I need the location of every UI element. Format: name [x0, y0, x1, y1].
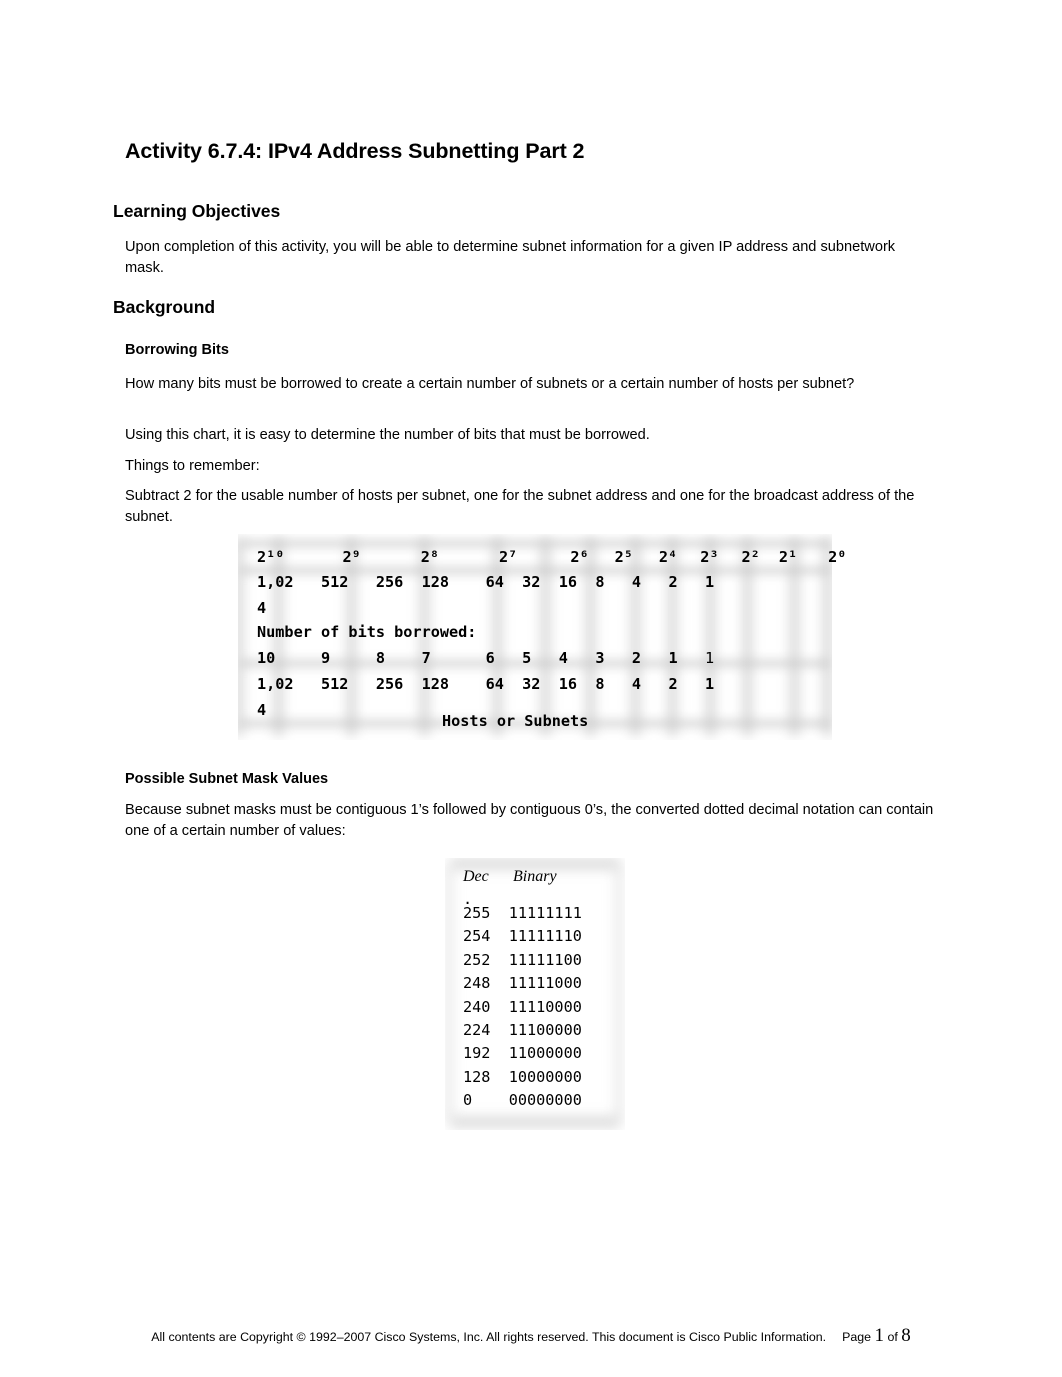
chart-row-values-top-wrap: 4: [257, 599, 267, 617]
chart-text-layer: 2¹⁰ 2⁹ 2⁸ 2⁷ 2⁶ 2⁵ 2⁴ 2³ 2² 2¹ 2⁰ 1,02 512 256 128…: [238, 534, 846, 958]
paragraph-learning-objectives: Upon completion of this activity, you wi…: [125, 239, 896, 276]
paragraph-borrowing-bits-4: Subtract 2 for the usable number of host…: [125, 488, 915, 525]
footer-page-indicator: Page 1 of 8: [842, 1325, 911, 1346]
subnet-mask-values-table: Dec Binary . 255 11111111 254 11111110 2…: [445, 858, 625, 1130]
page-footer: All contents are Copyright © 1992–2007 C…: [0, 1325, 1062, 1347]
paragraph-borrowing-bits-3: Things to remember:: [125, 458, 260, 474]
heading-background: Background: [113, 297, 216, 317]
paragraph-borrowing-bits-2: Using this chart, it is easy to determin…: [125, 427, 650, 443]
footer-page-word: Page: [842, 1330, 872, 1344]
footer-page-total: 8: [901, 1325, 911, 1346]
document-page: Activity 6.7.4: IPv4 Address Subnetting …: [0, 0, 1062, 1377]
footer-of-word: of: [887, 1330, 898, 1344]
mask-column-header-dec: Dec: [463, 868, 489, 885]
footer-copyright: All contents are Copyright © 1992–2007 C…: [151, 1330, 827, 1344]
paragraph-borrowing-bits-1: How many bits must be borrowed to create…: [125, 376, 855, 392]
heading-learning-objectives: Learning Objectives: [113, 201, 281, 221]
chart-row-powers: 2¹⁰ 2⁹ 2⁸ 2⁷ 2⁶ 2⁵ 2⁴ 2³ 2² 2¹ 2⁰: [257, 548, 847, 566]
chart-row-values-top: 1,02 512 256 128 64 32 16 8 4 2 1: [257, 573, 715, 591]
mask-column-header-binary: Binary: [513, 868, 557, 885]
chart-footer-label: Hosts or Subnets: [442, 712, 589, 730]
paragraph-subnet-mask-values: Because subnet masks must be contiguous …: [125, 802, 934, 839]
heading-possible-subnet-mask-values: Possible Subnet Mask Values: [125, 771, 329, 787]
page-title: Activity 6.7.4: IPv4 Address Subnetting …: [125, 139, 585, 163]
chart-row-values-bottom: 1,02 512 256 128 64 32 16 8 4 2 1: [257, 675, 715, 693]
heading-borrowing-bits: Borrowing Bits: [125, 342, 229, 358]
borrowing-bits-chart: 2¹⁰ 2⁹ 2⁸ 2⁷ 2⁶ 2⁵ 2⁴ 2³ 2² 2¹ 2⁰ 1,02 512 256 128…: [238, 534, 846, 740]
chart-row-values-bottom-wrap: 4: [257, 701, 267, 719]
chart-label-bits-borrowed: Number of bits borrowed:: [257, 623, 477, 641]
chart-row-bits-borrowed: 10 9 8 7 6 5 4 3 2 1 1: [257, 649, 715, 667]
mask-table-rows: 255 11111111 254 11111110 252 11111100 2…: [463, 904, 582, 1110]
footer-page-number: 1: [874, 1325, 885, 1346]
